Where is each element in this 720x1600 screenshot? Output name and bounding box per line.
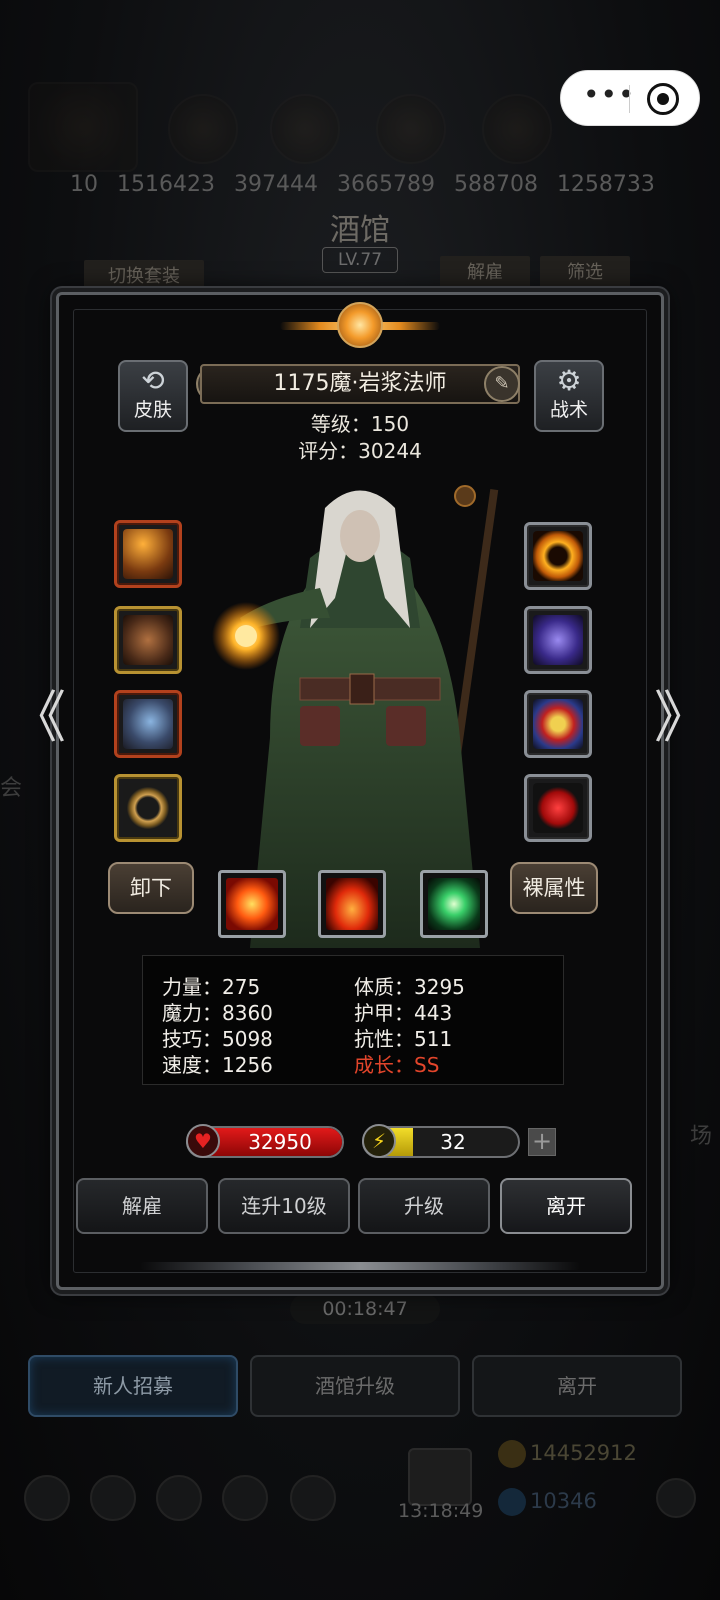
stat-magic: 魔力：8360	[162, 1001, 273, 1025]
background-side-label: 会	[0, 776, 23, 801]
next-hero-arrow[interactable]: 》	[654, 690, 710, 752]
background-orb-icon	[168, 94, 238, 164]
gold-coin-icon	[498, 1440, 526, 1468]
hero-level: 等级：150	[310, 412, 410, 436]
hero-score: 评分：30244	[298, 439, 422, 463]
rename-icon[interactable]: ✎	[484, 366, 520, 402]
miniprogram-capsule: •••	[560, 70, 700, 126]
level-up-10-button[interactable]: 连升10级	[218, 1178, 350, 1234]
close-miniprogram-icon[interactable]	[647, 83, 679, 115]
tab-leave[interactable]: 离开	[472, 1355, 682, 1417]
dismiss-button[interactable]: 解雇	[76, 1178, 208, 1234]
naked-attributes-button[interactable]: 裸属性	[510, 862, 598, 914]
add-icon[interactable]	[656, 1478, 696, 1518]
hero-name-plate: 1175魔·岩浆法师	[200, 364, 520, 404]
fire-wheel-icon	[533, 531, 583, 581]
recruit-timer: 00:18:47	[290, 1294, 440, 1324]
menu-icon[interactable]	[90, 1475, 136, 1521]
equipment-slot-accessory-1[interactable]	[524, 522, 592, 590]
background-avatar	[28, 82, 138, 172]
stat-resistance: 抗性：511	[354, 1027, 453, 1051]
stat-constitution: 体质：3295	[354, 975, 465, 999]
staff-icon	[123, 529, 173, 579]
gem-count: 10346	[498, 1488, 597, 1516]
hp-value: 32950	[248, 1130, 312, 1154]
background-orb-icon	[270, 94, 340, 164]
equipment-slot-accessory-4[interactable]	[524, 774, 592, 842]
add-energy-button[interactable]: +	[528, 1128, 556, 1156]
equipment-slot-helm[interactable]	[114, 690, 182, 758]
menu-icon[interactable]	[222, 1475, 268, 1521]
tab-tavern-upgrade[interactable]: 酒馆升级	[250, 1355, 460, 1417]
equipment-slot-weapon[interactable]	[114, 520, 182, 588]
ring-icon	[123, 783, 173, 833]
shirt-swap-icon: ⟲	[141, 364, 165, 397]
skill-slot-3[interactable]	[420, 870, 488, 938]
capsule-divider	[629, 85, 630, 113]
green-crystal-icon	[428, 878, 480, 930]
dragon-helm-icon	[123, 699, 173, 749]
gold-count: 14452912	[498, 1440, 637, 1468]
previous-hero-arrow[interactable]: 《	[10, 690, 66, 752]
cosmic-gem-icon	[533, 615, 583, 665]
equipment-slot-ring[interactable]	[114, 774, 182, 842]
background-side-label: 场	[690, 1124, 713, 1149]
explosion-icon	[226, 878, 278, 930]
tavern-level: LV.77	[322, 247, 398, 273]
stat-speed: 速度：1256	[162, 1053, 273, 1077]
background-dismiss-button[interactable]: 解雇	[440, 256, 530, 290]
lightning-icon: ⚡	[362, 1124, 396, 1158]
background-resource-row: 10 1516423 397444 3665789 588708 1258733	[70, 172, 655, 197]
menu-icon[interactable]	[290, 1475, 336, 1521]
level-up-button[interactable]: 升级	[358, 1178, 490, 1234]
background-orb-icon	[482, 94, 552, 164]
panel-crest	[280, 300, 440, 350]
stat-strength: 力量：275	[162, 975, 261, 999]
equipment-slot-armor[interactable]	[114, 606, 182, 674]
gem-icon	[498, 1488, 526, 1516]
bottom-clock: 13:18:49	[398, 1500, 484, 1522]
gift-icon[interactable]	[408, 1448, 472, 1506]
switch-outfit-button[interactable]: 切换套装	[84, 260, 204, 294]
leave-button[interactable]: 离开	[500, 1178, 632, 1234]
stat-armor: 护甲：443	[354, 1001, 453, 1025]
background-orb-icon	[376, 94, 446, 164]
energy-value: 32	[440, 1130, 466, 1154]
tavern-title: 酒馆	[330, 213, 390, 248]
emblem-icon	[533, 699, 583, 749]
unequip-button[interactable]: 卸下	[108, 862, 194, 914]
stat-growth: 成长：SS	[354, 1053, 440, 1077]
menu-icon[interactable]	[156, 1475, 202, 1521]
flame-icon	[326, 878, 378, 930]
menu-icon[interactable]	[24, 1475, 70, 1521]
tab-new-recruit[interactable]: 新人招募	[28, 1355, 238, 1417]
filter-button[interactable]: 筛选	[540, 256, 630, 290]
gear-icon: ⚙	[556, 364, 582, 397]
hero-name: 1175魔·岩浆法师	[273, 371, 447, 396]
skill-slot-2[interactable]	[318, 870, 386, 938]
stat-skill: 技巧：5098	[162, 1027, 273, 1051]
red-stone-icon	[533, 783, 583, 833]
equipment-slot-accessory-2[interactable]	[524, 606, 592, 674]
armor-icon	[123, 615, 173, 665]
equipment-slot-accessory-3[interactable]	[524, 690, 592, 758]
heart-icon: ♥	[186, 1124, 220, 1158]
panel-bottom-trim	[140, 1262, 580, 1270]
skill-slot-1[interactable]	[218, 870, 286, 938]
more-icon[interactable]: •••	[583, 81, 635, 113]
crest-emblem-icon	[337, 302, 383, 348]
